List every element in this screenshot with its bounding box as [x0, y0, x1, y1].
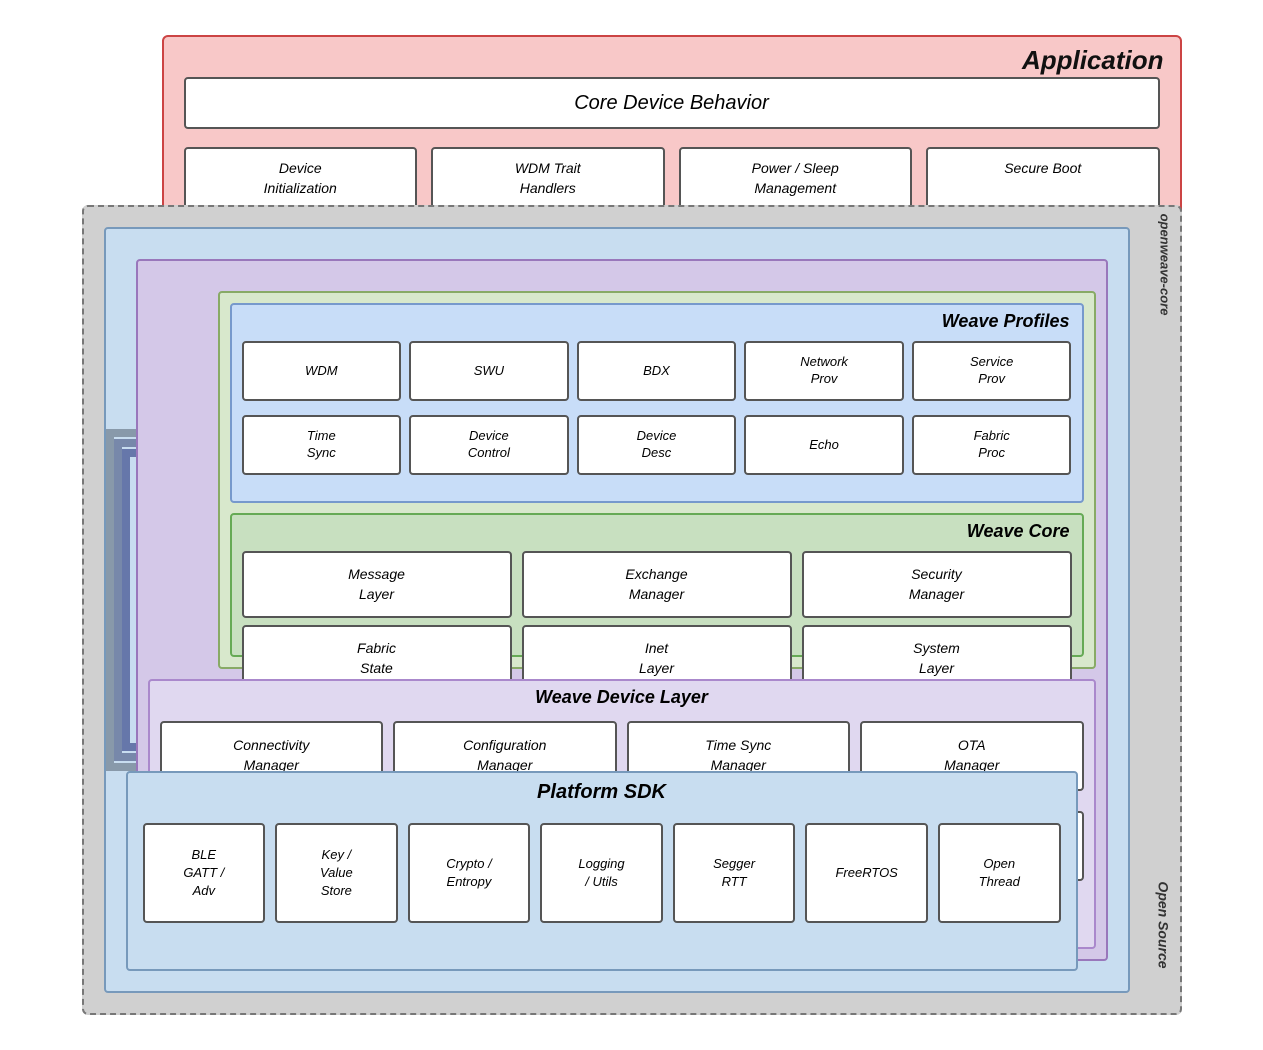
- power-sleep-box: Power / SleepManagement: [679, 147, 913, 210]
- profile-device-control: DeviceControl: [409, 415, 569, 475]
- profile-time-sync: TimeSync: [242, 415, 402, 475]
- app-sub-boxes: DeviceInitialization WDM TraitHandlers P…: [184, 147, 1160, 210]
- device-init-box: DeviceInitialization: [184, 147, 418, 210]
- profile-swu: SWU: [409, 341, 569, 401]
- wdm-trait-box: WDM TraitHandlers: [431, 147, 665, 210]
- profile-echo: Echo: [744, 415, 904, 475]
- blue-layer: Weave Profiles WDM SWU BDX NetworkProv S…: [104, 227, 1130, 993]
- sdk-key-value: Key /ValueStore: [275, 823, 398, 923]
- weave-core-section: Weave Core MessageLayer ExchangeManager …: [230, 513, 1084, 657]
- weave-profiles-section: Weave Profiles WDM SWU BDX NetworkProv S…: [230, 303, 1084, 503]
- open-source-label: Open Source: [1156, 881, 1172, 968]
- weave-profiles-title: Weave Profiles: [942, 311, 1070, 332]
- green-layer: Weave Profiles WDM SWU BDX NetworkProv S…: [218, 291, 1096, 669]
- open-source-layer: Open Source openweave-core Weave Profile…: [82, 205, 1182, 1015]
- secure-boot-box: Secure Boot: [926, 147, 1160, 210]
- weave-core-title: Weave Core: [967, 521, 1070, 542]
- profile-service-prov: ServiceProv: [912, 341, 1072, 401]
- profile-network-prov: NetworkProv: [744, 341, 904, 401]
- platform-sdk-section: Platform SDK BLEGATT /Adv Key /ValueStor…: [126, 771, 1078, 971]
- profile-fabric-proc: FabricProc: [912, 415, 1072, 475]
- profiles-row-2: TimeSync DeviceControl DeviceDesc Echo F…: [242, 415, 1072, 475]
- profile-wdm: WDM: [242, 341, 402, 401]
- core-device-box: Core Device Behavior: [184, 77, 1160, 129]
- profiles-row-1: WDM SWU BDX NetworkProv ServiceProv: [242, 341, 1072, 401]
- openweave-core-label: openweave-core: [1157, 214, 1172, 316]
- device-layer-title: Weave Device Layer: [535, 687, 708, 708]
- core-security-manager: SecurityManager: [802, 551, 1072, 618]
- sdk-boxes-row: BLEGATT /Adv Key /ValueStore Crypto /Ent…: [143, 823, 1061, 923]
- sdk-open-thread: OpenThread: [938, 823, 1061, 923]
- sdk-segger-rtt: SeggerRTT: [673, 823, 796, 923]
- core-message-layer: MessageLayer: [242, 551, 512, 618]
- core-row-1: MessageLayer ExchangeManager SecurityMan…: [242, 551, 1072, 618]
- architecture-diagram: Application Core Device Behavior DeviceI…: [82, 35, 1182, 1015]
- sdk-ble-gatt: BLEGATT /Adv: [143, 823, 266, 923]
- sdk-crypto-entropy: Crypto /Entropy: [408, 823, 531, 923]
- profile-bdx: BDX: [577, 341, 737, 401]
- sdk-logging-utils: Logging/ Utils: [540, 823, 663, 923]
- profile-device-desc: DeviceDesc: [577, 415, 737, 475]
- sdk-freertos: FreeRTOS: [805, 823, 928, 923]
- core-exchange-manager: ExchangeManager: [522, 551, 792, 618]
- application-title: Application: [1022, 45, 1164, 76]
- platform-sdk-title: Platform SDK: [537, 781, 666, 804]
